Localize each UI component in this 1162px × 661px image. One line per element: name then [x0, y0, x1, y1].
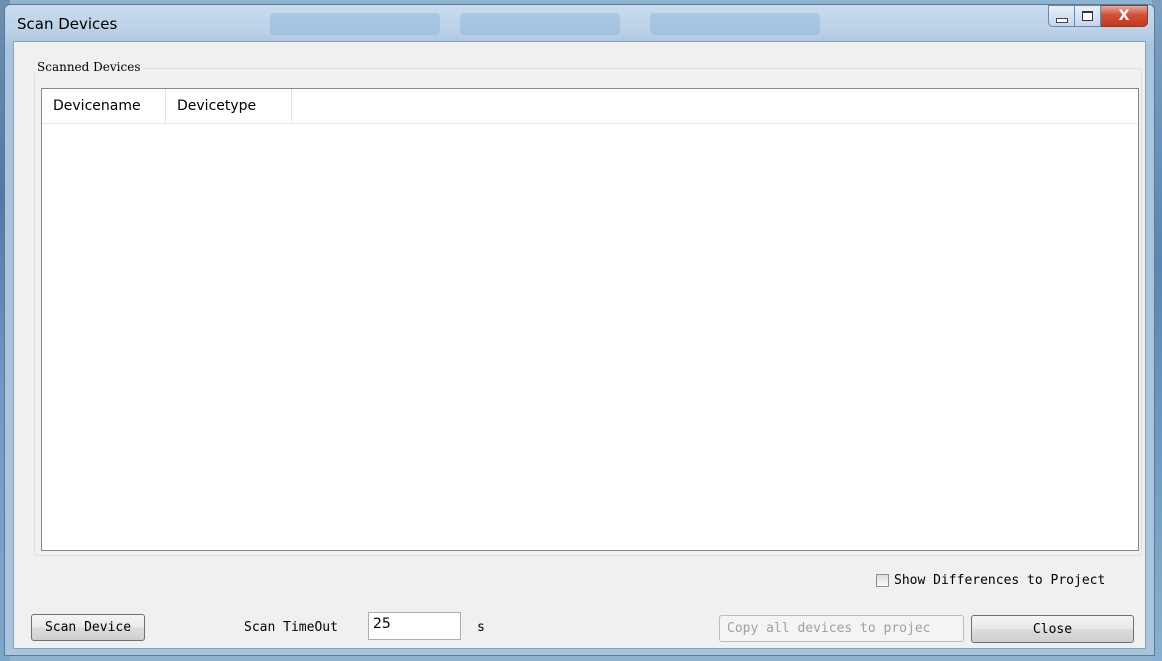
- minimize-icon: [1055, 17, 1068, 23]
- caption-buttons: X: [1048, 5, 1148, 27]
- scan-timeout-label: Scan TimeOut: [244, 620, 338, 635]
- close-button[interactable]: Close: [971, 615, 1134, 643]
- scan-device-button[interactable]: Scan Device: [31, 614, 145, 641]
- copy-all-devices-button[interactable]: Copy all devices to projec: [719, 615, 964, 642]
- maximize-button[interactable]: [1075, 5, 1101, 27]
- devices-list[interactable]: Devicename Devicetype: [41, 88, 1139, 551]
- scan-devices-window: Scan Devices X Scanned Devices Devicenam…: [4, 4, 1155, 656]
- column-header-devicetype[interactable]: Devicetype: [166, 89, 292, 123]
- timeout-unit-label: s: [477, 620, 485, 635]
- show-differences-label[interactable]: Show Differences to Project: [894, 573, 1105, 588]
- background-ghost-tab: [270, 13, 440, 35]
- dialog-client-area: Scanned Devices Devicename Devicetype Sh…: [13, 41, 1146, 649]
- scanned-devices-group-label: Scanned Devices: [34, 60, 144, 74]
- devices-list-header: Devicename Devicetype: [42, 89, 1138, 124]
- scan-timeout-input[interactable]: 25: [368, 612, 461, 640]
- close-icon: X: [1118, 8, 1130, 24]
- background-ghost-tab: [650, 13, 820, 35]
- title-bar[interactable]: Scan Devices X: [5, 5, 1154, 41]
- show-differences-checkbox[interactable]: [876, 574, 889, 587]
- minimize-button[interactable]: [1048, 5, 1075, 27]
- maximize-icon: [1082, 11, 1093, 21]
- column-header-devicename[interactable]: Devicename: [42, 89, 166, 123]
- background-ghost-tab: [460, 13, 620, 35]
- window-title: Scan Devices: [17, 15, 118, 33]
- close-window-button[interactable]: X: [1101, 5, 1148, 27]
- show-differences-option[interactable]: Show Differences to Project: [876, 573, 1105, 588]
